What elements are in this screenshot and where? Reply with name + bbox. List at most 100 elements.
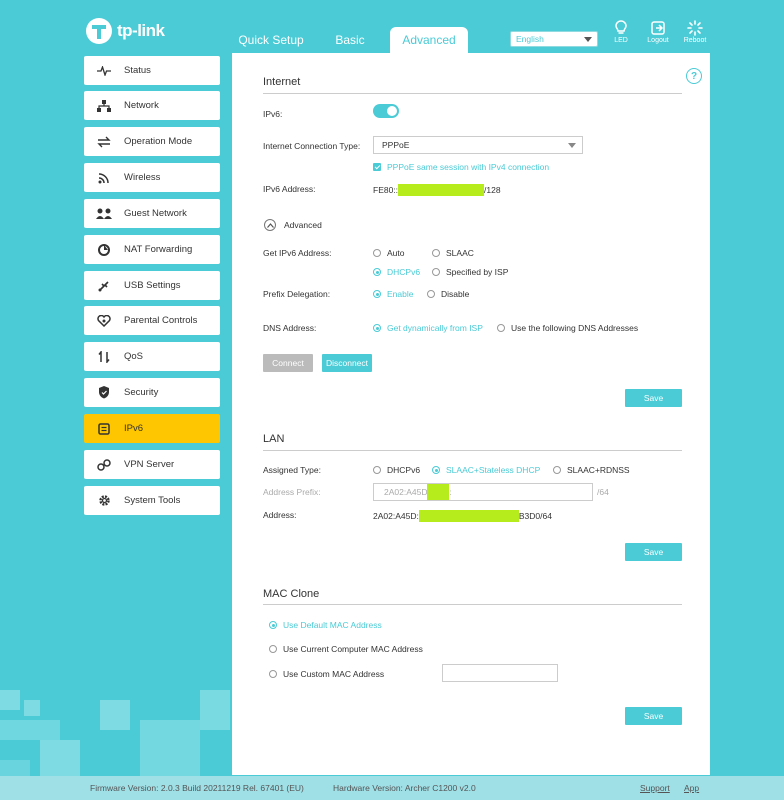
radio-label: DHCPv6 xyxy=(387,267,421,277)
pppoe-same-session-checkbox[interactable]: PPPoE same session with IPv4 connection xyxy=(373,162,549,172)
mac-clone-save-button[interactable]: Save xyxy=(625,707,682,725)
support-link[interactable]: Support xyxy=(640,783,670,793)
logout-label: Logout xyxy=(647,37,669,44)
help-icon[interactable]: ? xyxy=(686,68,702,84)
radio-auto[interactable]: Auto xyxy=(373,248,405,258)
logo-text: tp-link xyxy=(117,21,165,40)
operation-mode-icon xyxy=(84,136,124,148)
assigned-type-label: Assigned Type: xyxy=(263,465,321,475)
section-title-internet: Internet xyxy=(263,76,301,88)
sidebar-item-qos[interactable]: QoS xyxy=(84,342,220,371)
sidebar-item-usb-settings[interactable]: USB Settings xyxy=(84,271,220,300)
radio-label: Auto xyxy=(387,248,405,258)
lan-address-start: 2A02:A45D: xyxy=(373,511,419,521)
radio-label: Disable xyxy=(441,289,470,299)
sidebar-item-label: NAT Forwarding xyxy=(124,244,193,255)
radio-selected-icon xyxy=(373,324,381,332)
radio-selected-icon xyxy=(373,268,381,276)
redacted-block xyxy=(418,510,519,522)
radio-dhcpv6[interactable]: DHCPv6 xyxy=(373,267,420,277)
radio-prefix-disable[interactable]: Disable xyxy=(427,289,469,299)
background-tile xyxy=(200,690,230,730)
ipv6-address-value: FE80:: /128 xyxy=(373,184,501,196)
connection-type-label: Internet Connection Type: xyxy=(263,141,361,151)
section-divider xyxy=(263,450,682,451)
pulse-icon xyxy=(84,65,124,76)
prefix-delegation-label: Prefix Delegation: xyxy=(263,289,331,299)
sidebar-item-wireless[interactable]: Wireless xyxy=(84,163,220,192)
advanced-label: Advanced xyxy=(284,220,322,230)
radio-icon xyxy=(373,466,381,474)
led-button[interactable]: LED xyxy=(604,19,638,44)
sidebar-item-status[interactable]: Status xyxy=(84,56,220,85)
address-prefix-input[interactable]: 2A02:A45D : xyxy=(373,483,593,501)
radio-mac-current[interactable]: Use Current Computer MAC Address xyxy=(269,644,423,654)
section-divider xyxy=(263,93,682,94)
lan-address-end: B3D0/64 xyxy=(518,511,552,521)
radio-lan-slaac-rdnss[interactable]: SLAAC+RDNSS xyxy=(553,465,630,475)
radio-specified-by-isp[interactable]: Specified by ISP xyxy=(432,267,508,277)
language-select[interactable]: English xyxy=(510,31,598,47)
sidebar-item-system-tools[interactable]: System Tools xyxy=(84,486,220,515)
radio-dns-manual[interactable]: Use the following DNS Addresses xyxy=(497,323,638,333)
ipv6-toggle[interactable] xyxy=(373,104,399,118)
parental-controls-icon xyxy=(84,314,124,327)
tab-advanced[interactable]: Advanced xyxy=(390,27,468,53)
custom-mac-input[interactable] xyxy=(442,664,558,682)
sidebar-item-nat-forwarding[interactable]: NAT Forwarding xyxy=(84,235,220,264)
lan-address-label: Address: xyxy=(263,510,297,520)
sidebar-item-label: Parental Controls xyxy=(124,315,198,326)
reboot-label: Reboot xyxy=(683,37,707,44)
radio-icon xyxy=(269,645,277,653)
sidebar-item-parental-controls[interactable]: Parental Controls xyxy=(84,306,220,335)
network-icon xyxy=(84,99,124,112)
guest-network-icon xyxy=(84,208,124,220)
tab-quick-setup[interactable]: Quick Setup xyxy=(236,27,306,53)
sidebar-item-security[interactable]: Security xyxy=(84,378,220,407)
disconnect-button[interactable]: Disconnect xyxy=(322,354,372,372)
radio-lan-slaac-stateless[interactable]: SLAAC+Stateless DHCP xyxy=(432,465,540,475)
radio-dns-dynamic[interactable]: Get dynamically from ISP xyxy=(373,323,483,333)
tp-link-logo: tp-link xyxy=(84,16,165,46)
logout-button[interactable]: Logout xyxy=(641,19,675,44)
advanced-toggle[interactable]: Advanced xyxy=(264,219,322,231)
radio-prefix-enable[interactable]: Enable xyxy=(373,289,413,299)
lan-address-value: 2A02:A45D: B3D0/64 xyxy=(373,510,552,522)
sidebar-item-label: Guest Network xyxy=(124,208,187,219)
radio-label: DHCPv6 xyxy=(387,465,421,475)
qos-icon xyxy=(84,350,124,363)
sidebar-item-label: Network xyxy=(124,100,159,111)
sidebar-item-label: IPv6 xyxy=(124,423,144,434)
radio-label: SLAAC+Stateless DHCP xyxy=(446,465,541,475)
tab-basic[interactable]: Basic xyxy=(326,27,374,53)
connect-button[interactable]: Connect xyxy=(263,354,313,372)
radio-lan-dhcpv6[interactable]: DHCPv6 xyxy=(373,465,420,475)
radio-mac-default[interactable]: Use Default MAC Address xyxy=(269,620,382,630)
connection-type-select[interactable]: PPPoE xyxy=(373,136,583,154)
radio-selected-icon xyxy=(373,290,381,298)
radio-mac-custom[interactable]: Use Custom MAC Address xyxy=(269,669,384,679)
reboot-button[interactable]: Reboot xyxy=(678,19,712,44)
address-prefix-end: : xyxy=(449,487,452,497)
background-tile xyxy=(0,690,20,710)
background-tile xyxy=(24,700,40,716)
sidebar-item-label: System Tools xyxy=(124,495,181,506)
hardware-version: Hardware Version: Archer C1200 v2.0 xyxy=(333,783,476,793)
sidebar-item-network[interactable]: Network xyxy=(84,91,220,120)
sidebar-item-operation-mode[interactable]: Operation Mode xyxy=(84,127,220,156)
lan-save-button[interactable]: Save xyxy=(625,543,682,561)
ipv6-address-prefix: FE80:: xyxy=(373,185,399,195)
internet-save-button[interactable]: Save xyxy=(625,389,682,407)
language-selected: English xyxy=(516,34,544,44)
sidebar-item-guest-network[interactable]: Guest Network xyxy=(84,199,220,228)
radio-slaac[interactable]: SLAAC xyxy=(432,248,474,258)
gear-icon xyxy=(84,494,124,507)
redacted-block xyxy=(427,484,450,500)
app-link[interactable]: App xyxy=(684,783,699,793)
ipv6-address-label: IPv6 Address: xyxy=(263,184,316,194)
sidebar-item-vpn-server[interactable]: VPN Server xyxy=(84,450,220,479)
nat-forwarding-icon xyxy=(84,243,124,256)
radio-selected-icon xyxy=(269,621,277,629)
logout-icon xyxy=(641,19,675,37)
sidebar-item-ipv6[interactable]: IPv6 xyxy=(84,414,220,443)
